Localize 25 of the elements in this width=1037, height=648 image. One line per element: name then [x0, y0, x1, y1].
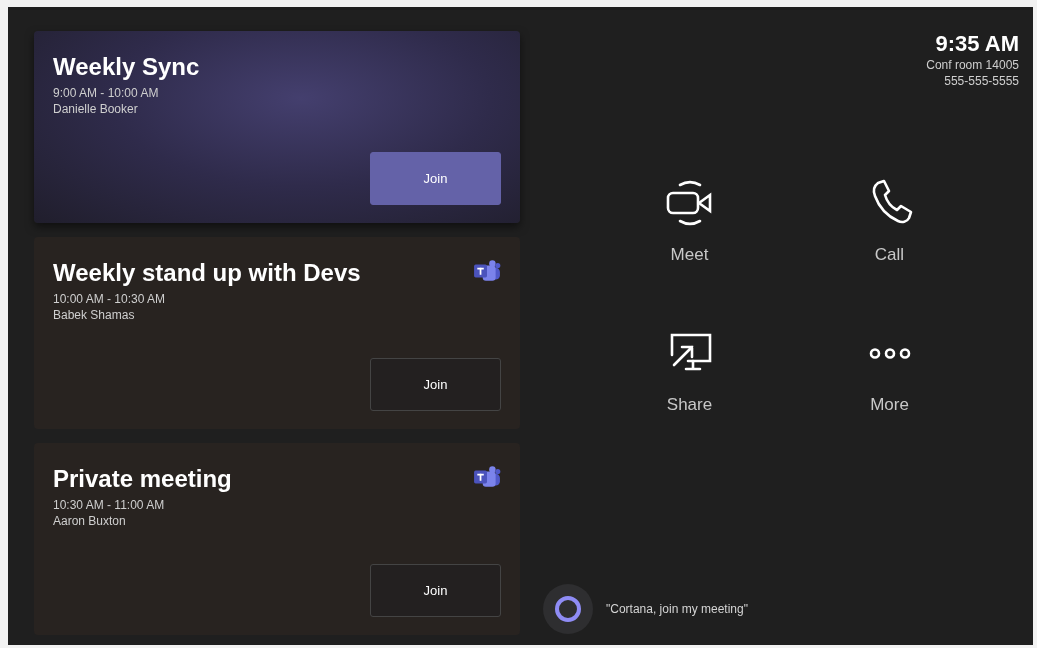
meeting-organizer: Aaron Buxton — [53, 513, 127, 529]
action-button[interactable]: More — [789, 325, 990, 415]
action-button[interactable]: Call — [789, 175, 990, 265]
voice-prompt: "Cortana, join my meeting" — [606, 602, 748, 616]
join-button[interactable]: Join — [370, 564, 501, 617]
meeting-time: 10:30 AM - 11:00 AM — [53, 497, 166, 513]
action-button[interactable]: Share — [589, 325, 790, 415]
join-button[interactable]: Join — [370, 152, 501, 205]
meeting-time: 9:00 AM - 10:00 AM — [53, 85, 160, 101]
room-phone: 555-555-5555 — [944, 73, 1019, 89]
clock-time: 9:35 AM — [935, 31, 1019, 57]
room-name: Conf room 14005 — [926, 57, 1019, 73]
meeting-organizer: Babek Shamas — [53, 307, 136, 323]
meeting-title: Weekly Sync — [53, 53, 200, 81]
meeting-organizer: Danielle Booker — [53, 101, 139, 117]
meeting-card[interactable]: Private meeting 10:30 AM - 11:00 AM Aaron Buxton Join — [34, 443, 520, 635]
assistant-ring-icon[interactable] — [542, 583, 594, 635]
meeting-title: Weekly stand up with Devs — [53, 259, 361, 287]
action-button[interactable]: Meet — [589, 175, 790, 265]
meeting-card[interactable]: Weekly stand up with Devs 10:00 AM - 10:30 AM Babek Shamas Join — [34, 237, 520, 429]
meeting-title: Private meeting — [53, 465, 232, 493]
meeting-card[interactable]: Weekly Sync 9:00 AM - 10:00 AM Danielle Booker Join — [34, 31, 520, 223]
more-icon — [868, 346, 911, 361]
join-button[interactable]: Join — [370, 358, 501, 411]
meeting-time: 10:00 AM - 10:30 AM — [53, 291, 167, 307]
